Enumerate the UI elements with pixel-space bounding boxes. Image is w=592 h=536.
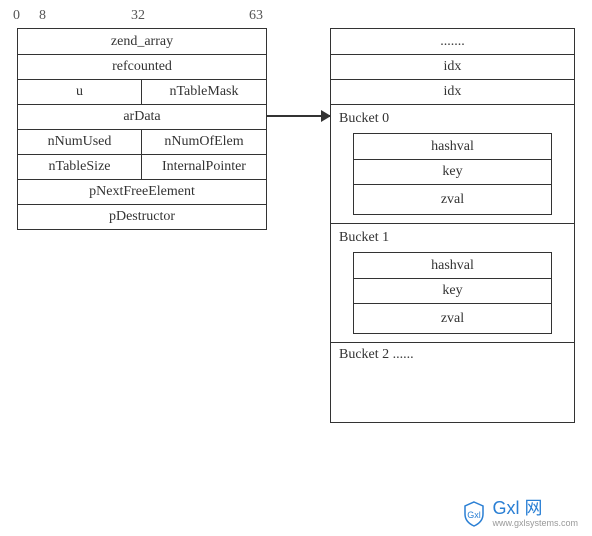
- field-u: u: [18, 80, 142, 104]
- field-internalpointer: InternalPointer: [142, 155, 266, 179]
- row-overflow-dots: .......: [331, 34, 574, 50]
- field-ntablesize: nTableSize: [18, 155, 142, 179]
- watermark-text: Gxl 网 www.gxlsystems.com: [492, 499, 578, 528]
- row-idx-1: idx: [331, 59, 574, 75]
- bucket-2: Bucket 2 ......: [331, 342, 574, 422]
- watermark-main: Gxl 网: [492, 499, 578, 517]
- watermark-sub: www.gxlsystems.com: [492, 519, 578, 528]
- bucket-1-fields: hashval key zval: [353, 252, 552, 334]
- bucket-0-zval: zval: [354, 184, 551, 214]
- bucket-0-key: key: [354, 159, 551, 184]
- zend-array-struct: zend_array refcounted u nTableMask arDat…: [17, 28, 267, 230]
- bucket-array: ....... idx idx Bucket 0 hashval key zva…: [330, 28, 575, 423]
- field-ardata: arData: [18, 109, 266, 125]
- ardata-pointer-arrow: [267, 115, 330, 117]
- bucket-1-zval: zval: [354, 303, 551, 333]
- bit-offset-labels: 0 8 32 63: [17, 8, 267, 28]
- bit-0: 0: [13, 8, 20, 24]
- field-refcounted: refcounted: [18, 59, 266, 75]
- bucket-2-label: Bucket 2 ......: [339, 347, 414, 362]
- bucket-0-fields: hashval key zval: [353, 133, 552, 215]
- field-nnumused: nNumUsed: [18, 130, 142, 154]
- bucket-1: Bucket 1 hashval key zval: [331, 223, 574, 342]
- shield-icon: Gxl: [462, 500, 486, 528]
- field-pdestructor: pDestructor: [18, 209, 266, 225]
- field-zend-array: zend_array: [18, 34, 266, 50]
- watermark: Gxl Gxl 网 www.gxlsystems.com: [462, 499, 578, 528]
- field-ntablemask: nTableMask: [142, 80, 266, 104]
- bit-8: 8: [39, 8, 46, 24]
- bucket-1-label: Bucket 1: [331, 228, 574, 248]
- bucket-0: Bucket 0 hashval key zval: [331, 104, 574, 223]
- bucket-1-key: key: [354, 278, 551, 303]
- bucket-0-hashval: hashval: [354, 134, 551, 159]
- bucket-1-hashval: hashval: [354, 253, 551, 278]
- field-nnumofelem: nNumOfElem: [142, 130, 266, 154]
- bit-32: 32: [131, 8, 145, 24]
- row-idx-2: idx: [331, 84, 574, 100]
- svg-text:Gxl: Gxl: [468, 510, 482, 520]
- bit-63: 63: [249, 8, 263, 24]
- field-pnextfreeelement: pNextFreeElement: [18, 184, 266, 200]
- bucket-0-label: Bucket 0: [331, 109, 574, 129]
